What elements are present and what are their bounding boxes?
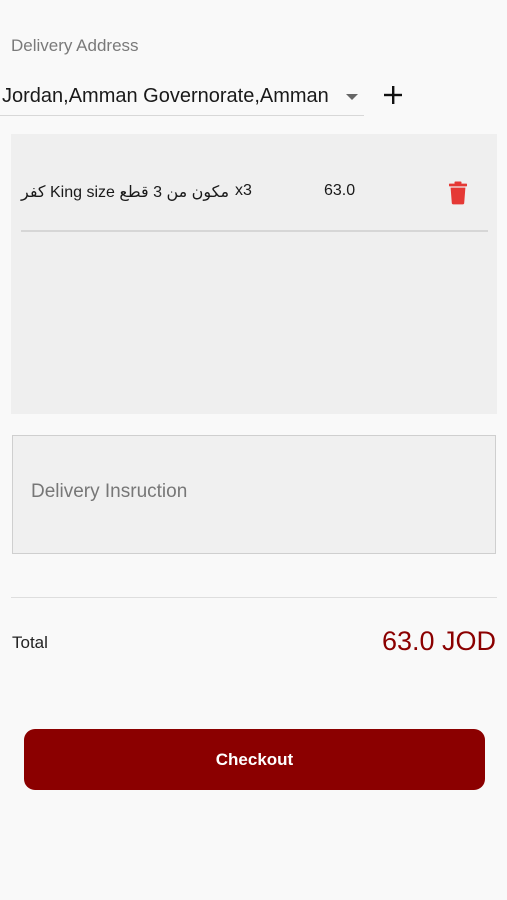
- delete-item-button[interactable]: [446, 178, 470, 208]
- chevron-down-icon: [346, 93, 358, 100]
- total-label: Total: [12, 633, 48, 652]
- total-amount: 63.0 JOD: [381, 626, 496, 656]
- cart-item-name: كفر King size مكون من 3 قطع: [21, 184, 230, 201]
- trash-icon: [449, 181, 467, 205]
- delivery-address-label: Delivery Address: [11, 36, 139, 55]
- cart-screen: Delivery Address Jordan,Amman Governorat…: [0, 0, 507, 900]
- delivery-instructions-box[interactable]: [12, 435, 496, 554]
- address-dropdown[interactable]: Jordan,Amman Governorate,Amman: [0, 78, 364, 116]
- divider: [11, 597, 497, 598]
- plus-icon: [384, 86, 402, 104]
- add-address-button[interactable]: [378, 80, 408, 110]
- address-dropdown-value: Jordan,Amman Governorate,Amman: [2, 85, 329, 107]
- cart-items-list: كفر King size مكون من 3 قطع x3 63.0: [11, 134, 497, 414]
- delivery-instructions-input[interactable]: [31, 481, 471, 503]
- cart-item-row: كفر King size مكون من 3 قطع x3 63.0: [21, 134, 488, 232]
- cart-item-quantity: x3: [235, 182, 252, 199]
- checkout-button[interactable]: Checkout: [24, 729, 485, 790]
- cart-item-price: 63.0: [324, 182, 356, 199]
